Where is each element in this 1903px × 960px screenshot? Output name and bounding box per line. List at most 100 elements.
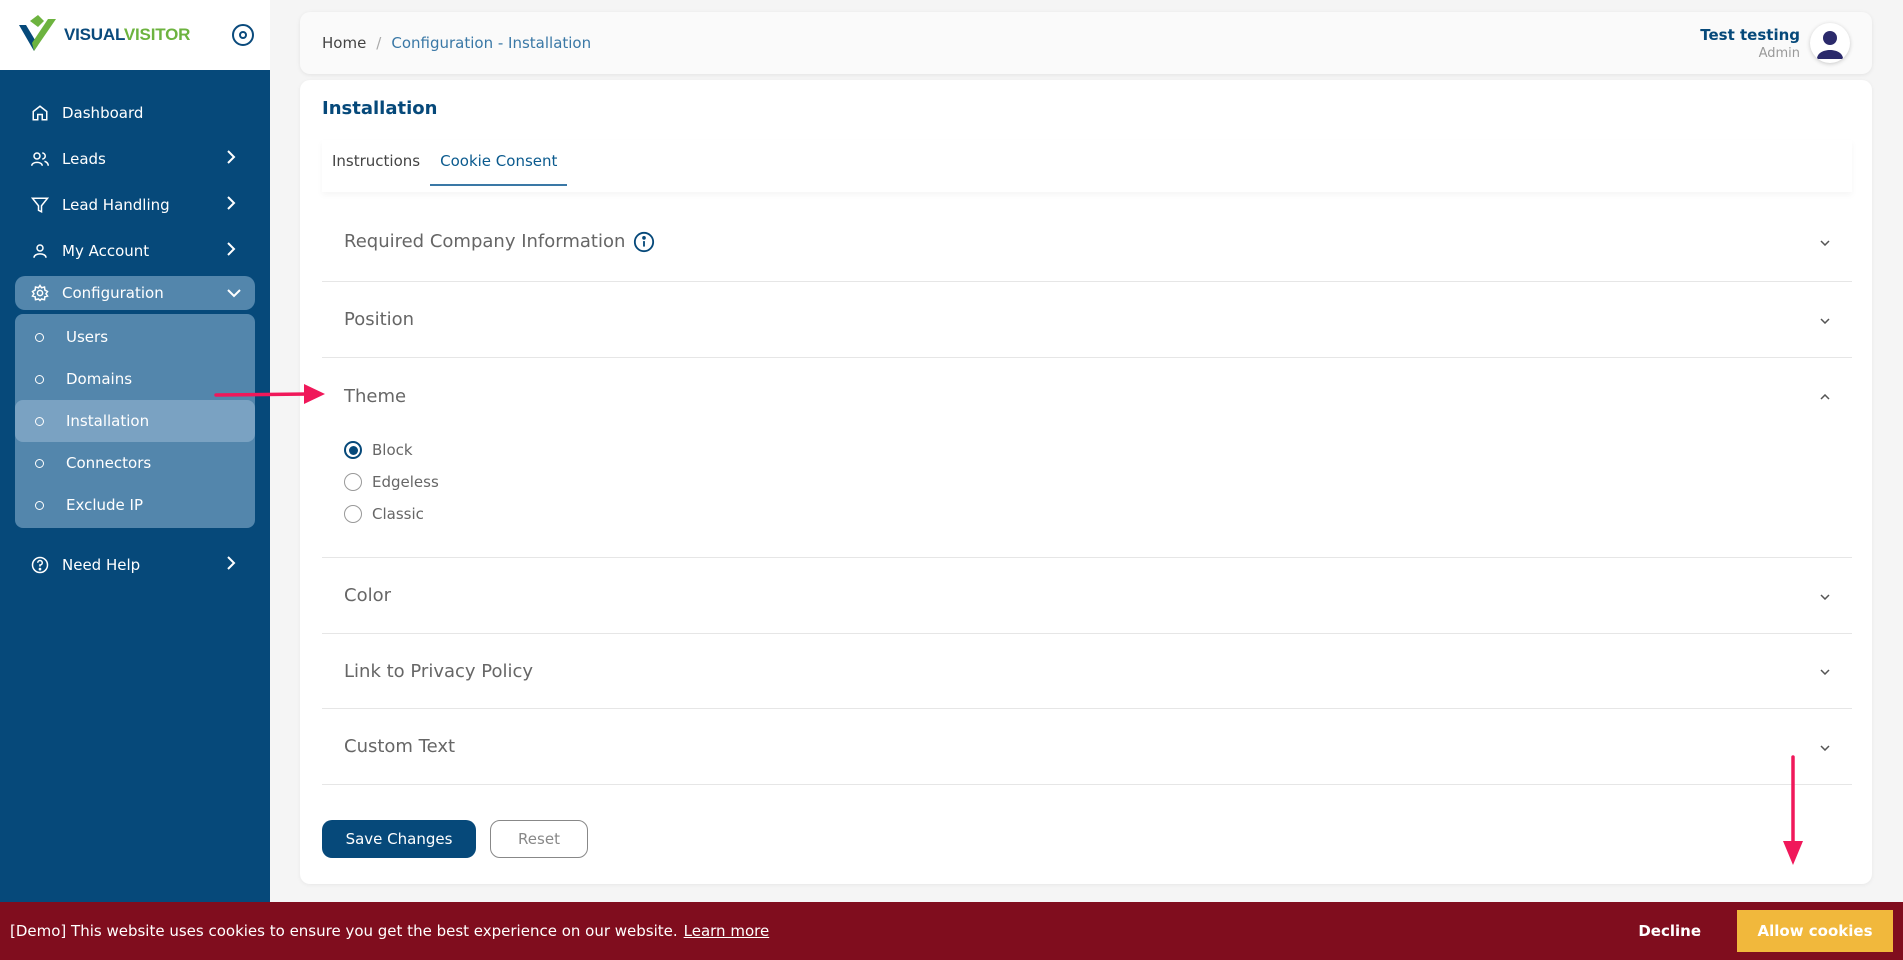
chevron-right-icon (226, 196, 236, 214)
chevron-right-icon (226, 150, 236, 168)
user-info: Test testing Admin (1700, 26, 1800, 61)
accordion-title: Position (344, 309, 415, 330)
sidebar-item-my-account[interactable]: My Account (0, 228, 270, 274)
sidebar-item-need-help[interactable]: Need Help (0, 542, 270, 588)
accordion-header[interactable]: Position (322, 282, 1852, 357)
sidebar-subitem-label: Exclude IP (66, 496, 143, 514)
chevron-right-icon (226, 242, 236, 260)
radio-label: Edgeless (372, 473, 439, 491)
accordion-title: Color (344, 585, 391, 606)
decline-button[interactable]: Decline (1638, 922, 1701, 940)
tab-cookie-consent[interactable]: Cookie Consent (430, 140, 568, 186)
sidebar-item-dashboard[interactable]: Dashboard (0, 90, 270, 136)
breadcrumb-current: Configuration - Installation (391, 34, 592, 52)
sidebar-item-label: Configuration (62, 284, 164, 302)
section-custom-text: Custom Text (322, 709, 1852, 785)
theme-option-block[interactable]: Block (344, 434, 1830, 466)
radio-button[interactable] (344, 505, 362, 523)
circle-bullet-icon (35, 458, 44, 468)
circle-bullet-icon (35, 332, 44, 342)
accordion-header[interactable]: Required Company Information (322, 202, 1852, 281)
sidebar-item-configuration[interactable]: Configuration (15, 276, 255, 310)
logo[interactable]: VISUALVISITOR (16, 15, 190, 55)
sidebar-item-label: Need Help (62, 556, 141, 574)
sidebar-subitem-exclude-ip[interactable]: Exclude IP (15, 484, 255, 526)
accordion-title: Theme (344, 385, 407, 407)
tab-bar: Instructions Cookie Consent (322, 140, 1852, 192)
sidebar-subitem-connectors[interactable]: Connectors (15, 442, 255, 484)
radio-button[interactable] (344, 441, 362, 459)
circle-bullet-icon (35, 416, 44, 426)
breadcrumb-home[interactable]: Home (322, 34, 366, 52)
sidebar-item-label: Lead Handling (62, 196, 170, 214)
sidebar-subitem-label: Installation (66, 412, 150, 430)
info-icon[interactable] (633, 231, 655, 253)
section-position: Position (322, 282, 1852, 358)
cookie-message: [Demo] This website uses cookies to ensu… (10, 922, 678, 940)
chevron-down-icon (1820, 664, 1830, 678)
chevron-down-icon (1820, 235, 1830, 249)
help-icon (30, 555, 50, 575)
theme-option-classic[interactable]: Classic (344, 498, 1830, 530)
sidebar-subitem-domains[interactable]: Domains (15, 358, 255, 400)
logo-bar: VISUALVISITOR (0, 0, 270, 70)
users-icon (30, 149, 50, 169)
page-title: Installation (322, 98, 438, 119)
sidebar-subitem-label: Domains (66, 370, 133, 388)
gear-icon (30, 283, 50, 303)
accordion-title: Custom Text (344, 736, 456, 757)
section-color: Color (322, 558, 1852, 634)
theme-radio-group: Block Edgeless Classic (322, 434, 1852, 530)
cookie-consent-banner: [Demo] This website uses cookies to ensu… (0, 902, 1903, 960)
save-changes-button[interactable]: Save Changes (322, 820, 476, 858)
avatar[interactable] (1810, 23, 1850, 63)
sidebar-subitem-users[interactable]: Users (15, 316, 255, 358)
installation-card: Installation Instructions Cookie Consent… (300, 80, 1872, 884)
tab-instructions[interactable]: Instructions (322, 140, 430, 186)
radio-label: Block (372, 441, 413, 459)
user-avatar-icon (1817, 31, 1843, 59)
sidebar-subitem-label: Users (66, 328, 109, 346)
section-link-to-privacy-policy: Link to Privacy Policy (322, 634, 1852, 709)
chevron-down-icon (227, 284, 241, 302)
accordion-header[interactable]: Color (322, 558, 1852, 633)
sidebar-item-label: Dashboard (62, 104, 144, 122)
user-menu[interactable]: Test testing Admin (1700, 23, 1850, 63)
home-icon (30, 103, 50, 123)
sidebar-item-lead-handling[interactable]: Lead Handling (0, 182, 270, 228)
section-required-company-information: Required Company Information (322, 202, 1852, 282)
chevron-up-icon (1820, 389, 1830, 403)
accordion-title: Required Company Information (344, 231, 626, 252)
radio-button[interactable] (344, 473, 362, 491)
sidebar-item-label: Leads (62, 150, 106, 168)
sidebar-subitem-label: Connectors (66, 454, 152, 472)
accordion-header[interactable]: Theme (322, 358, 1852, 434)
toggle-dot-icon (239, 31, 247, 39)
circle-bullet-icon (35, 500, 44, 510)
chevron-down-icon (1820, 589, 1830, 603)
chevron-down-icon (1820, 313, 1830, 327)
reset-button[interactable]: Reset (490, 820, 588, 858)
user-icon (30, 241, 50, 261)
allow-cookies-button[interactable]: Allow cookies (1737, 910, 1893, 952)
logo-mark-icon (19, 15, 56, 51)
section-theme: Theme Block Edgeless Classic (322, 358, 1852, 558)
accordion-header[interactable]: Link to Privacy Policy (322, 634, 1852, 708)
theme-option-edgeless[interactable]: Edgeless (344, 466, 1830, 498)
sidebar-nav: Dashboard Leads Lead Handling My Account (0, 70, 270, 588)
sidebar-item-leads[interactable]: Leads (0, 136, 270, 182)
user-name: Test testing (1700, 25, 1800, 44)
chevron-down-icon (1820, 740, 1830, 754)
sidebar-item-label: My Account (62, 242, 150, 260)
user-role: Admin (1758, 45, 1800, 61)
top-header: Home / Configuration - Installation Test… (300, 12, 1872, 74)
accordion-title: Link to Privacy Policy (344, 660, 534, 682)
logo-text: VISUALVISITOR (64, 25, 191, 44)
filter-icon (30, 195, 50, 215)
accordion-header[interactable]: Custom Text (322, 709, 1852, 784)
configuration-submenu: Users Domains Installation Connectors Ex… (15, 314, 255, 528)
sidebar-toggle-button[interactable] (232, 24, 254, 46)
circle-bullet-icon (35, 374, 44, 384)
sidebar-subitem-installation[interactable]: Installation (15, 400, 255, 442)
learn-more-link[interactable]: Learn more (684, 922, 770, 940)
